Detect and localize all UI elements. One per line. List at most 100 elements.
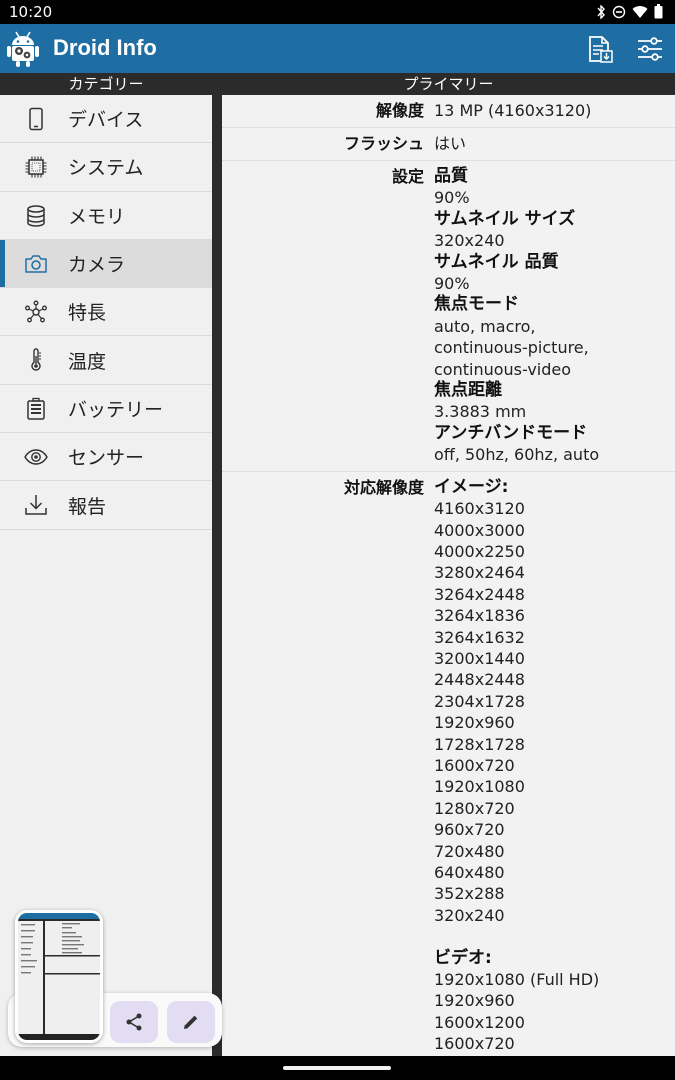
resolution-item: 1920x960 <box>434 991 515 1011</box>
setting-label: 焦点距離 <box>434 380 502 401</box>
setting-label: サムネイル 品質 <box>434 251 559 272</box>
thumbnail-preview-icon <box>18 913 100 1040</box>
dnd-icon <box>612 5 626 18</box>
sidebar-item-label: メモリ <box>68 205 126 228</box>
setting-value: 3.3883 mm <box>434 402 527 422</box>
sidebar-item-camera[interactable]: カメラ <box>0 239 212 289</box>
image-resolution-list: 4160x3120 4000x3000 4000x2250 3280x2464 3264… <box>434 498 675 926</box>
resolution-item: 320x240 <box>434 905 505 925</box>
sidebar-item-memory[interactable]: メモリ <box>0 192 212 240</box>
sidebar-item-features[interactable]: 特長 <box>0 288 212 337</box>
detail-key: 解像度 <box>375 101 424 120</box>
sidebar-item-label: 報告 <box>68 495 107 518</box>
resolution-item: 3264x2448 <box>434 584 525 604</box>
detail-key: フラッシュ <box>343 134 424 153</box>
sidebar-item-battery[interactable]: バッテリー <box>0 385 212 434</box>
resolution-item: 1600x1200 <box>434 1012 525 1032</box>
resolution-item: 3264x1632 <box>434 627 525 647</box>
sidebar-item-sensors[interactable]: センサー <box>0 433 212 482</box>
setting-value: 320x240 <box>434 231 505 251</box>
chip-icon <box>25 156 47 178</box>
setting-value: continuous-picture, <box>434 338 589 358</box>
battery-icon <box>27 397 45 420</box>
app-title: Droid Info <box>53 35 157 60</box>
resolution-item: 720x480 <box>434 841 505 861</box>
resolution-item: 1728x1728 <box>434 734 525 754</box>
setting-label: サムネイル サイズ <box>434 208 576 229</box>
setting-label: 焦点モード <box>434 294 519 315</box>
export-report-icon[interactable] <box>585 34 615 64</box>
setting-label: アンチバンドモード <box>434 422 588 443</box>
status-bar: 10:20 <box>0 0 675 24</box>
home-gesture-handle[interactable] <box>283 1066 391 1070</box>
detail-value: 13 MP (4160x3120) <box>434 101 592 120</box>
screenshot-thumbnail[interactable] <box>15 910 103 1043</box>
wifi-icon <box>632 5 648 18</box>
database-icon <box>27 204 45 227</box>
screenshot-preview-overlay <box>8 905 222 1051</box>
system-nav-bar <box>0 1056 675 1080</box>
camera-icon <box>25 255 47 273</box>
share-button[interactable] <box>110 1001 158 1043</box>
sidebar-item-report[interactable]: 報告 <box>0 481 212 530</box>
detail-row-flash: フラッシュ はい <box>222 128 675 161</box>
sidebar-item-temperature[interactable]: 温度 <box>0 336 212 385</box>
sidebar-item-label: 温度 <box>68 350 107 373</box>
resolution-item: 1600x720 <box>434 1034 515 1054</box>
edit-button[interactable] <box>167 1001 215 1043</box>
download-icon <box>25 495 47 516</box>
setting-value: 90% <box>434 188 470 208</box>
resolution-item: 1280x720 <box>434 798 515 818</box>
resolution-item: 960x720 <box>434 820 505 840</box>
category-header: カテゴリー <box>0 73 212 95</box>
app-bar: Droid Info <box>0 24 675 73</box>
eye-icon <box>24 449 48 465</box>
detail-key: 設定 <box>391 167 424 186</box>
detail-key: 対応解像度 <box>343 477 424 497</box>
sidebar-item-label: システム <box>68 157 144 180</box>
detail-value: はい <box>434 134 467 153</box>
settings-sliders-icon[interactable] <box>635 34 665 64</box>
network-icon <box>25 300 47 323</box>
resolution-item: 640x480 <box>434 863 505 882</box>
primary-header: プライマリー <box>222 73 675 95</box>
setting-label: 品質 <box>434 166 468 186</box>
detail-row-settings: 設定 品質 90% サムネイル サイズ 320x240 サムネイル 品質 90%… <box>222 161 675 472</box>
setting-value: off, 50hz, 60hz, auto <box>434 445 600 465</box>
setting-value: 90% <box>434 274 470 294</box>
sidebar-item-label: センサー <box>68 447 145 470</box>
droid-logo-icon <box>7 31 39 67</box>
bluetooth-icon <box>597 4 605 19</box>
share-icon <box>126 1013 142 1031</box>
setting-value: continuous-video <box>434 359 572 379</box>
resolution-item: 3264x1836 <box>434 606 525 626</box>
battery-status-icon <box>654 4 663 19</box>
detail-row-resolution: 解像度 13 MP (4160x3120) <box>222 95 675 128</box>
sidebar-item-label: バッテリー <box>68 398 164 421</box>
resolution-item: 4000x2250 <box>434 541 525 561</box>
sidebar-item-system[interactable]: システム <box>0 143 212 192</box>
resolution-item: 2304x1728 <box>434 691 525 711</box>
resolution-item: 1920x960 <box>434 713 515 733</box>
resolution-item: 4160x3120 <box>434 499 525 519</box>
resolution-item: 1600x720 <box>434 755 515 775</box>
sidebar-item-device[interactable]: デバイス <box>0 95 212 144</box>
resolution-item: 1920x1080 (Full HD) <box>434 970 600 990</box>
edit-pencil-icon <box>184 1015 198 1029</box>
camera-details: 解像度 13 MP (4160x3120) フラッシュ はい 設定 品質 90%… <box>222 95 675 1056</box>
resolution-item: 2448x2448 <box>434 670 525 690</box>
resolution-item: 1920x1080 <box>434 777 525 797</box>
phone-icon <box>29 107 43 131</box>
resolution-item: 3280x2464 <box>434 563 525 583</box>
resolution-item: 3200x1440 <box>434 648 525 668</box>
resolution-item: 352x288 <box>434 884 505 904</box>
video-resolution-list: 1920x1080 (Full HD) 1920x960 1600x1200 1600… <box>434 969 675 1055</box>
image-resolutions-label: イメージ: <box>434 476 509 497</box>
status-time: 10:20 <box>9 3 53 21</box>
thermometer-icon <box>31 348 41 372</box>
sidebar-item-label: デバイス <box>68 109 144 132</box>
sidebar-item-label: 特長 <box>68 302 107 325</box>
resolution-item: 4000x3000 <box>434 520 525 540</box>
video-resolutions-label: ビデオ: <box>434 947 492 968</box>
sidebar-item-label: カメラ <box>68 254 126 277</box>
